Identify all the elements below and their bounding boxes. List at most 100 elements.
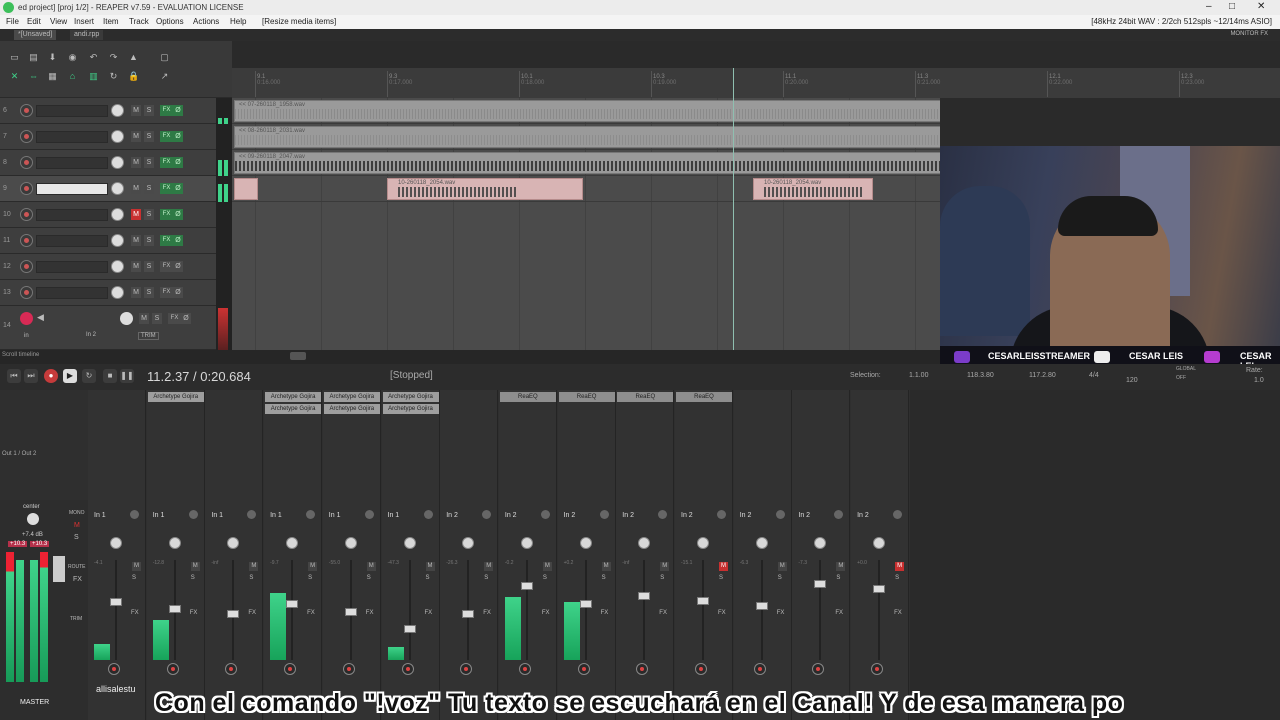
record-arm-button[interactable]: [636, 663, 649, 675]
mute-button[interactable]: M: [542, 562, 552, 571]
pan-knob[interactable]: [520, 537, 533, 549]
pan-knob[interactable]: [227, 537, 240, 549]
menu-item[interactable]: Item: [103, 17, 119, 26]
input-select[interactable]: In 2: [86, 332, 96, 338]
fx-button[interactable]: FX: [542, 610, 550, 616]
mute-button[interactable]: M: [139, 313, 149, 324]
solo-button[interactable]: S: [543, 575, 547, 581]
fx-button[interactable]: FX: [718, 610, 726, 616]
fx-slot[interactable]: Archetype Gojira: [382, 404, 439, 414]
record-button[interactable]: ●: [44, 369, 58, 383]
record-arm-button[interactable]: [20, 130, 33, 143]
master-pan-knob[interactable]: [27, 513, 39, 525]
record-arm-button[interactable]: [753, 663, 766, 675]
mute-button[interactable]: M: [777, 562, 787, 571]
solo-button[interactable]: S: [152, 313, 162, 324]
solo-button[interactable]: S: [426, 575, 430, 581]
input-dropdown-icon[interactable]: [423, 510, 433, 519]
volume-fader[interactable]: [755, 602, 768, 610]
pan-knob[interactable]: [286, 537, 299, 549]
solo-button[interactable]: S: [660, 575, 664, 581]
track-name-field[interactable]: [36, 105, 108, 117]
fx-slot[interactable]: Archetype Gojira: [265, 392, 322, 402]
menu-options[interactable]: Options: [156, 17, 184, 26]
solo-button[interactable]: S: [144, 261, 154, 272]
media-item[interactable]: 10-260118_2054.wav: [387, 178, 583, 200]
volume-fader[interactable]: [873, 585, 886, 593]
record-arm-button[interactable]: [166, 663, 179, 675]
grid-icon[interactable]: ✕: [9, 71, 20, 82]
media-item[interactable]: << 08-260118_2031.wav: [234, 126, 940, 148]
record-arm-button[interactable]: [401, 663, 414, 675]
fx-button[interactable]: FX: [894, 610, 902, 616]
track-row[interactable]: 12 M S FX Ø: [0, 254, 216, 280]
track-row[interactable]: 13 M S FX Ø: [0, 280, 216, 306]
record-arm-button[interactable]: [20, 208, 33, 221]
volume-fader[interactable]: [579, 600, 592, 608]
mute-button[interactable]: M: [131, 261, 141, 272]
record-arm-button[interactable]: [20, 234, 33, 247]
redo-icon[interactable]: ↷: [108, 52, 119, 63]
menu-track[interactable]: Track: [129, 17, 149, 26]
phase-button[interactable]: Ø: [181, 313, 191, 324]
record-arm-button[interactable]: [460, 663, 473, 675]
mute-button[interactable]: M: [601, 562, 611, 571]
track-row[interactable]: 7 M S FX Ø: [0, 124, 216, 150]
global-toggle[interactable]: GLOBAL: [1176, 366, 1196, 372]
volume-fader[interactable]: [638, 592, 651, 600]
fx-button[interactable]: FX: [160, 209, 173, 220]
record-arm-button[interactable]: [20, 182, 33, 195]
solo-button[interactable]: S: [367, 575, 371, 581]
arrange-view[interactable]: << 07-260118_1958.wav << 08-260118_2031.…: [232, 98, 940, 350]
crossfade-icon[interactable]: ▥: [88, 71, 99, 82]
media-item[interactable]: 10-260118_2054.wav: [753, 178, 873, 200]
mute-button[interactable]: M: [719, 562, 728, 571]
strip-input-label[interactable]: In 1: [94, 512, 106, 519]
record-arm-button[interactable]: [577, 663, 590, 675]
strip-input-label[interactable]: In 1: [270, 512, 282, 519]
solo-button[interactable]: S: [602, 575, 606, 581]
trim-button[interactable]: TRIM: [138, 332, 159, 340]
volume-fader[interactable]: [403, 625, 416, 633]
edit-cursor[interactable]: [733, 68, 734, 350]
fx-button[interactable]: FX: [160, 131, 173, 142]
fx-button[interactable]: FX: [190, 610, 198, 616]
project-tab-unsaved[interactable]: *[Unsaved]: [14, 30, 57, 40]
input-dropdown-icon[interactable]: [658, 510, 668, 519]
volume-knob[interactable]: [120, 312, 133, 325]
strip-input-label[interactable]: In 2: [740, 512, 752, 519]
solo-button[interactable]: S: [308, 575, 312, 581]
input-dropdown-icon[interactable]: [540, 510, 550, 519]
speaker-icon[interactable]: ◀: [37, 312, 44, 323]
pan-knob[interactable]: [755, 537, 768, 549]
rate-value[interactable]: 1.0: [1254, 377, 1264, 384]
volume-knob[interactable]: [111, 130, 124, 143]
volume-fader[interactable]: [227, 610, 240, 618]
track-row[interactable]: 6 M S FX Ø: [0, 98, 216, 124]
record-arm-button[interactable]: [695, 663, 707, 675]
solo-button[interactable]: S: [895, 575, 899, 581]
strip-input-label[interactable]: In 1: [388, 512, 400, 519]
mute-button[interactable]: M: [308, 562, 318, 571]
time-display[interactable]: 11.2.37 / 0:20.684: [147, 369, 251, 384]
volume-fader[interactable]: [697, 597, 709, 605]
monitor-fx-label[interactable]: MONITOR FX: [1230, 31, 1268, 37]
master-fx-button[interactable]: FX: [73, 576, 82, 583]
strip-input-label[interactable]: In 2: [505, 512, 517, 519]
record-armed-button[interactable]: [20, 312, 33, 325]
fx-button[interactable]: FX: [425, 610, 433, 616]
pan-knob[interactable]: [462, 537, 475, 549]
play-button[interactable]: ▶: [63, 369, 77, 383]
record-arm-button[interactable]: [20, 260, 33, 273]
record-arm-button[interactable]: [108, 663, 120, 675]
mute-button[interactable]: M: [131, 287, 141, 298]
solo-button[interactable]: S: [144, 287, 154, 298]
ripple-icon[interactable]: ⇔: [28, 71, 39, 82]
fx-button[interactable]: FX: [248, 610, 256, 616]
master-mute-button[interactable]: M: [74, 522, 80, 529]
input-dropdown-icon[interactable]: [364, 510, 374, 519]
fx-button[interactable]: FX: [160, 157, 173, 168]
menu-insert[interactable]: Insert: [74, 17, 94, 26]
solo-button[interactable]: S: [144, 105, 154, 116]
strip-input-label[interactable]: In 1: [153, 512, 165, 519]
